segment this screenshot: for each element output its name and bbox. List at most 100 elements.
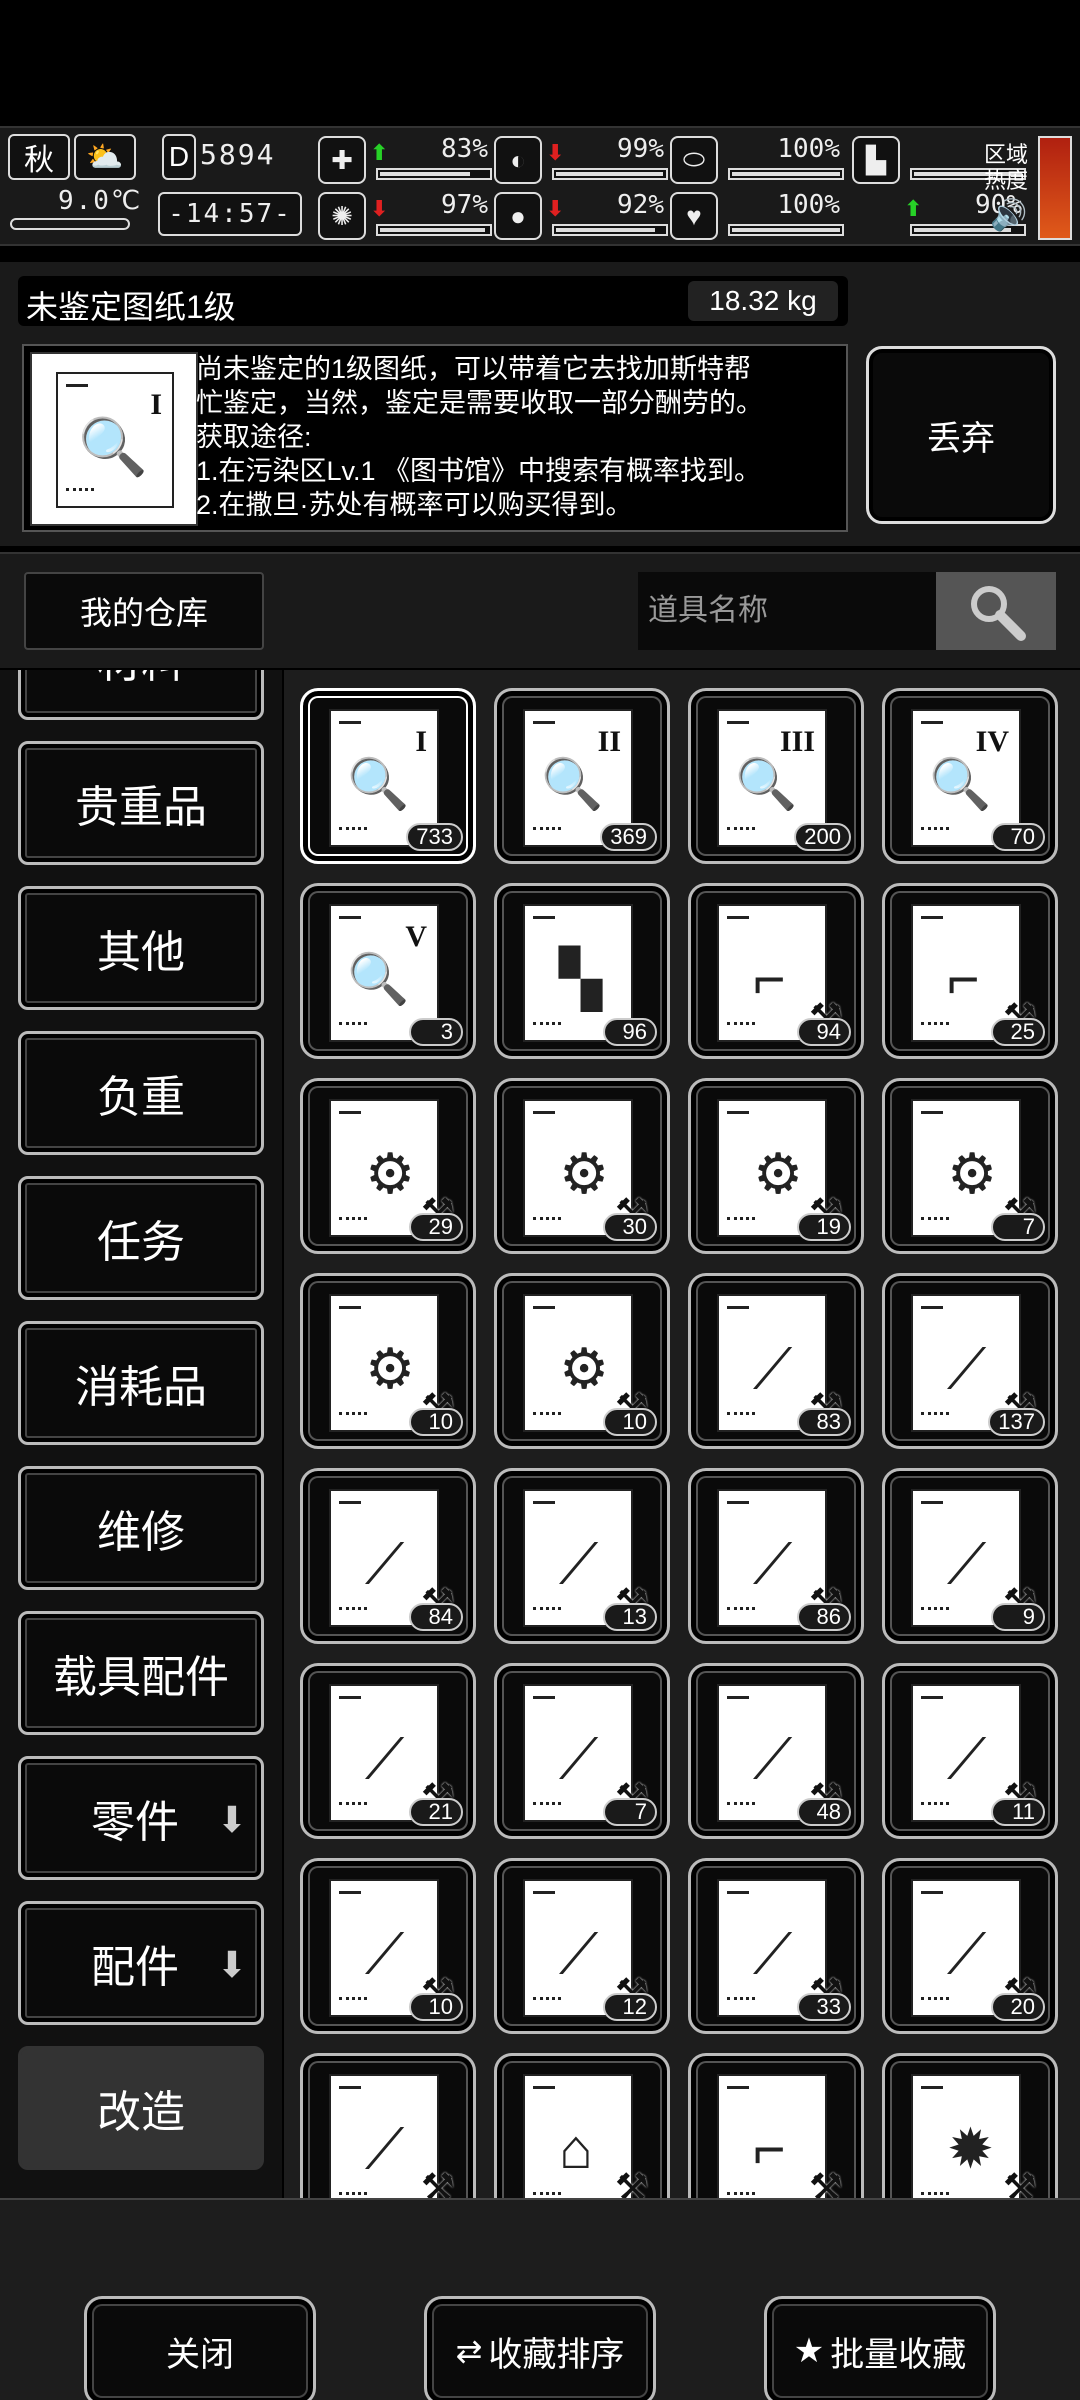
arrow-down-icon: ⬇: [216, 1944, 247, 1985]
discard-label: 丢弃: [927, 419, 995, 458]
item-slot[interactable]: ⟋⚒12: [494, 1858, 670, 2034]
item-slot[interactable]: ⟋⚒86: [688, 1468, 864, 1644]
trend-down-icon: ⬇: [370, 196, 389, 221]
category-materials[interactable]: 材料: [18, 670, 264, 720]
item-slot[interactable]: ⟋⚒9: [882, 1468, 1058, 1644]
close-label: 关闭: [166, 2335, 234, 2374]
item-slot[interactable]: ⚙⚒19: [688, 1078, 864, 1254]
category-item-3[interactable]: 负重: [18, 1031, 264, 1155]
item-slot[interactable]: ⚙⚒7: [882, 1078, 1058, 1254]
item-slot[interactable]: ▚ 96: [494, 883, 670, 1059]
item-count: 84: [409, 1603, 463, 1631]
item-description: 尚未鉴定的1级图纸，可以带着它去找加斯特帮 忙鉴定，当然，鉴定是需要收取一部分酬…: [196, 354, 763, 520]
item-slot[interactable]: ⟋⚒137: [882, 1273, 1058, 1449]
search-button[interactable]: [936, 572, 1056, 650]
trend-up-icon: ⬆: [904, 196, 923, 221]
item-slot[interactable]: ⚙⚒30: [494, 1078, 670, 1254]
trend-down-icon: ⬇: [546, 140, 565, 165]
item-slot[interactable]: ⌐⚒25: [882, 883, 1058, 1059]
category-item-1[interactable]: 贵重品: [18, 741, 264, 865]
item-slot[interactable]: III 🔍 200: [688, 688, 864, 864]
item-slot[interactable]: ⟋⚒13: [494, 1468, 670, 1644]
discard-button[interactable]: 丢弃: [866, 346, 1056, 524]
item-count: 137: [988, 1408, 1045, 1436]
stat-bar-fill: [380, 172, 470, 176]
category-item-9[interactable]: 配件 ⬇: [18, 1901, 264, 2025]
day-badge: D: [162, 134, 196, 180]
item-slot[interactable]: I 🔍 733: [300, 688, 476, 864]
item-slot[interactable]: ⚙⚒10: [494, 1273, 670, 1449]
trend-up-icon: ⬆: [370, 140, 389, 165]
item-slot[interactable]: IV 🔍 70: [882, 688, 1058, 864]
item-title-bar: 未鉴定图纸1级 18.32 kg: [18, 276, 848, 326]
blueprint-tier: III: [779, 725, 815, 758]
part-icon: ⟋: [559, 1922, 599, 1985]
item-info-panel: 未鉴定图纸1级 18.32 kg I 🔍 尚未鉴定的1级图纸，可以带着它去找加斯…: [0, 262, 1080, 546]
sort-favorites-button[interactable]: ⇄ 收藏排序: [424, 2296, 656, 2400]
wrench-icon: ⚒: [614, 2167, 649, 2198]
blueprint-tier: IV: [975, 725, 1009, 758]
speaker-icon[interactable]: 🔊: [990, 198, 1027, 233]
trend-down-icon: ⬇: [546, 196, 565, 221]
item-slot[interactable]: V 🔍 3: [300, 883, 476, 1059]
my-storage-tab[interactable]: 我的仓库: [24, 572, 264, 650]
stat-percent: 83%: [441, 134, 488, 164]
pill-icon: ⬭: [670, 136, 718, 184]
stat-thirst: ● ⬇ 92%: [494, 190, 670, 242]
category-item-10[interactable]: 改造: [18, 2046, 264, 2170]
item-count: 21: [409, 1798, 463, 1826]
item-slot[interactable]: ⟋⚒11: [882, 1663, 1058, 1839]
item-slot[interactable]: ⟋⚒21: [300, 1663, 476, 1839]
category-item-2[interactable]: 其他: [18, 886, 264, 1010]
magnifier-icon: 🔍: [735, 756, 798, 812]
clock-box: -14:57-: [158, 192, 302, 236]
category-label: 其他: [97, 928, 185, 977]
close-button[interactable]: 关闭: [84, 2296, 316, 2400]
batch-favorite-button[interactable]: ★ 批量收藏: [764, 2296, 996, 2400]
item-slot[interactable]: ⟋⚒83: [688, 1273, 864, 1449]
zone-heat-label: 区域 热度: [984, 142, 1029, 193]
item-slot[interactable]: ⚙⚒29: [300, 1078, 476, 1254]
item-slot[interactable]: ✹ ⚒: [882, 2053, 1058, 2198]
part-icon: ⟋: [365, 1727, 405, 1790]
category-item-6[interactable]: 维修: [18, 1466, 264, 1590]
search-input[interactable]: [638, 572, 936, 650]
item-slot[interactable]: ⌐ ⚒: [688, 2053, 864, 2198]
category-label: 维修: [97, 1508, 185, 1557]
item-slot[interactable]: ⟋⚒20: [882, 1858, 1058, 2034]
stat-stamina: ⬭ 100%: [670, 134, 846, 186]
item-slot[interactable]: ⟋⚒33: [688, 1858, 864, 2034]
part-icon: ▚: [559, 947, 603, 1010]
item-grid[interactable]: I🔍733II🔍369III🔍200IV🔍70V🔍3▚96⌐⚒94⌐⚒25⚙⚒2…: [284, 670, 1080, 2198]
item-slot[interactable]: ⚙⚒10: [300, 1273, 476, 1449]
item-slot[interactable]: ⟋⚒7: [494, 1663, 670, 1839]
item-slot[interactable]: II 🔍 369: [494, 688, 670, 864]
category-item-8[interactable]: 零件 ⬇: [18, 1756, 264, 1880]
item-count: 7: [603, 1798, 657, 1826]
category-label: 负重: [97, 1073, 185, 1122]
blueprint-tier: II: [597, 725, 621, 758]
category-label: 载具配件: [53, 1653, 229, 1702]
item-slot[interactable]: ⟋⚒10: [300, 1858, 476, 2034]
item-slot[interactable]: ⟋⚒84: [300, 1468, 476, 1644]
category-item-4[interactable]: 任务: [18, 1176, 264, 1300]
item-count: 10: [603, 1408, 657, 1436]
category-label: 消耗品: [75, 1363, 207, 1412]
category-sidebar[interactable]: 材料贵重品其他负重任务消耗品维修载具配件零件 ⬇ 配件 ⬇ 改造: [0, 670, 282, 2198]
stat-percent: 99%: [617, 134, 664, 164]
item-slot[interactable]: ⟋ ⚒: [300, 2053, 476, 2198]
stat-percent: 97%: [441, 190, 488, 220]
item-slot[interactable]: ⌐⚒94: [688, 883, 864, 1059]
part-icon: ⌐: [753, 947, 786, 1010]
stat-bar-fill: [732, 228, 840, 232]
stat-percent: 92%: [617, 190, 664, 220]
item-name: 未鉴定图纸1级: [26, 289, 236, 325]
category-item-5[interactable]: 消耗品: [18, 1321, 264, 1445]
item-slot[interactable]: ⟋⚒48: [688, 1663, 864, 1839]
item-slot[interactable]: ⌂ ⚒: [494, 2053, 670, 2198]
clock-readout: -14:57-: [168, 199, 292, 229]
stat-percent: 100%: [777, 134, 840, 164]
part-icon: ⚙: [559, 1337, 610, 1400]
category-item-7[interactable]: 载具配件: [18, 1611, 264, 1735]
magnifier-icon: 🔍: [347, 756, 410, 812]
